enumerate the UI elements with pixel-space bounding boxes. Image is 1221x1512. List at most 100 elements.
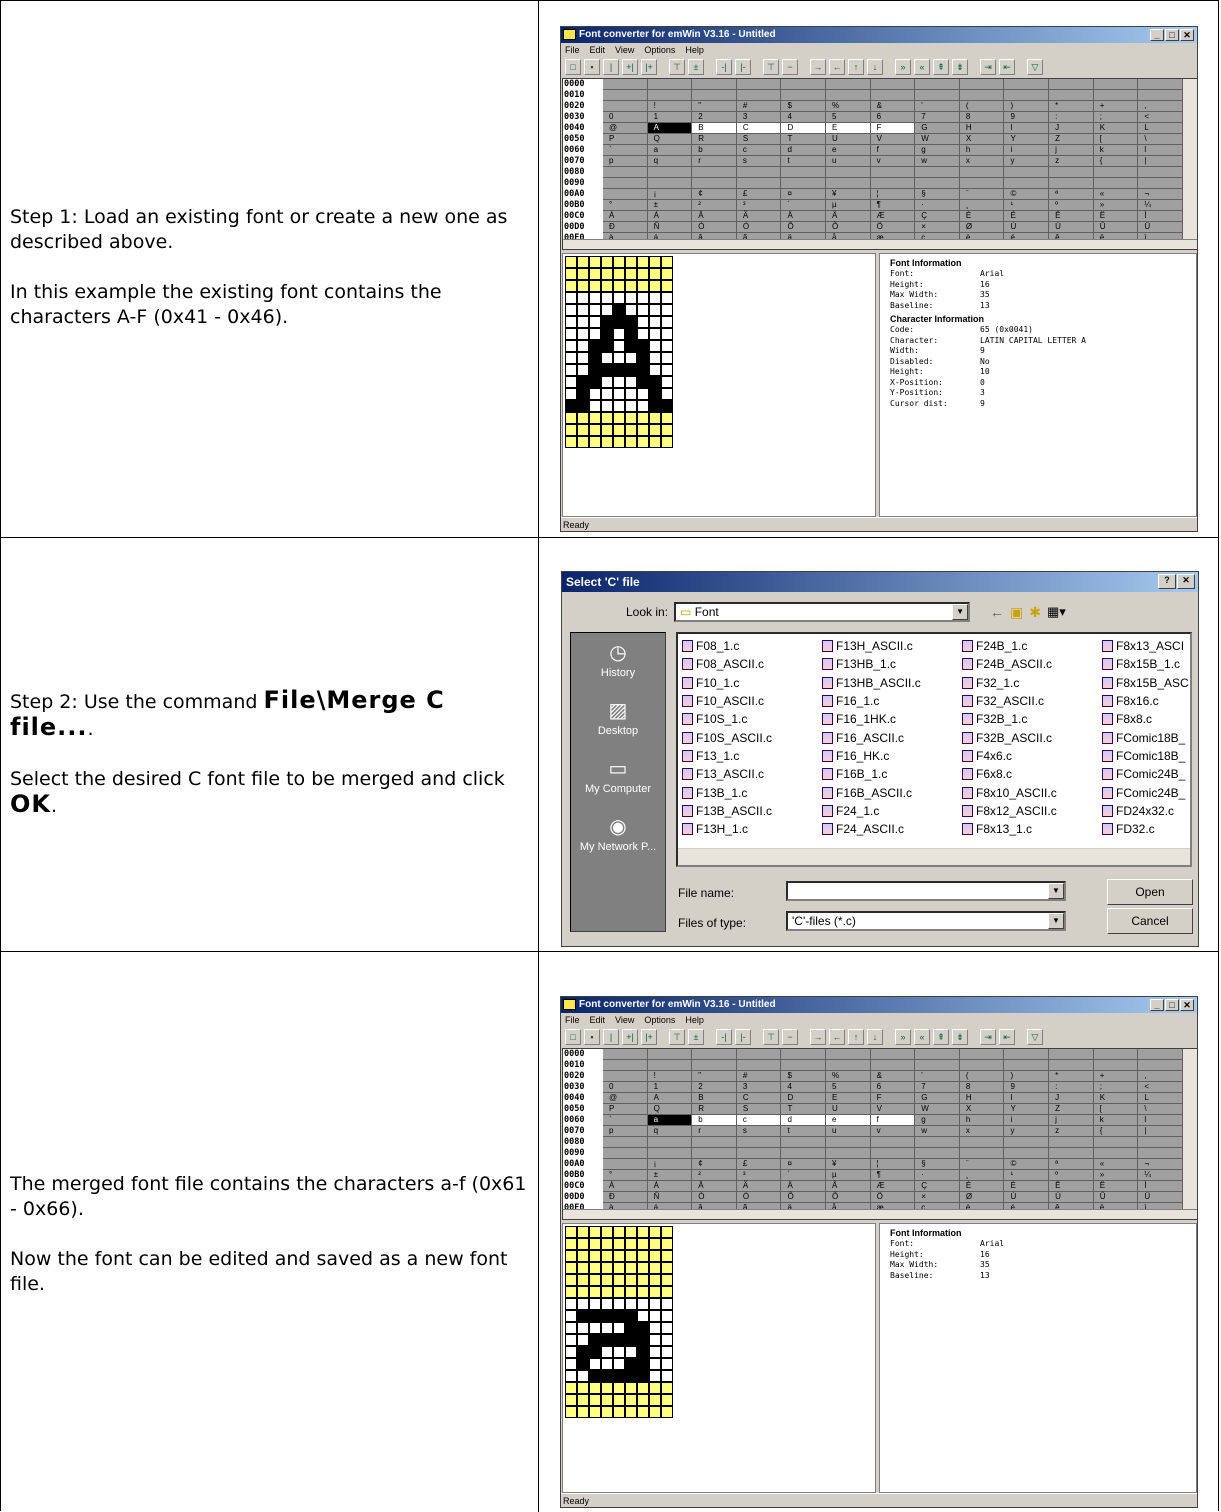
character-cell[interactable]: À [603, 1181, 648, 1192]
pixel[interactable] [637, 1346, 649, 1358]
pixel[interactable] [565, 1310, 577, 1322]
character-cell[interactable]: Ö [870, 1192, 916, 1203]
maximize-button[interactable]: □ [1165, 999, 1179, 1011]
character-cell[interactable]: · [915, 200, 960, 211]
pixel[interactable] [661, 1262, 673, 1274]
toolbar-button[interactable]: ⇥ [980, 1029, 996, 1045]
character-cell[interactable] [781, 79, 827, 90]
pixel[interactable] [565, 340, 577, 352]
character-cell[interactable]: Ö [870, 222, 916, 233]
pixel[interactable] [613, 1382, 625, 1394]
character-cell[interactable]: 1 [647, 112, 693, 123]
pixel[interactable] [589, 1262, 601, 1274]
pixel[interactable] [661, 1322, 673, 1334]
character-cell[interactable]: V [870, 1104, 916, 1115]
pixel[interactable] [565, 1346, 577, 1358]
pixel[interactable] [589, 1238, 601, 1250]
character-cell[interactable]: c [736, 145, 782, 156]
character-cell[interactable] [692, 1148, 737, 1159]
toolbar-button[interactable]: ⊤ [763, 59, 779, 75]
pixel[interactable] [661, 1298, 673, 1310]
pixel[interactable] [637, 400, 649, 412]
pixel[interactable] [601, 1322, 613, 1334]
pixel[interactable] [589, 1370, 601, 1382]
character-cell[interactable]: z [1049, 1126, 1094, 1137]
pixel[interactable] [577, 1310, 589, 1322]
pixel[interactable] [613, 376, 625, 388]
pixel[interactable] [589, 292, 601, 304]
file-item[interactable]: FComic24B_ [1102, 783, 1190, 801]
character-cell[interactable]: C [736, 123, 782, 134]
character-cell[interactable]: 3 [736, 1082, 782, 1093]
pixel[interactable] [625, 352, 637, 364]
pixel[interactable] [625, 436, 637, 448]
character-cell[interactable]: p [603, 156, 648, 167]
pixel[interactable] [589, 412, 601, 424]
character-cell[interactable]: < [1138, 112, 1183, 123]
pixel[interactable] [589, 1358, 601, 1370]
chevron-down-icon[interactable]: ▼ [952, 604, 969, 620]
character-cell[interactable] [915, 1137, 960, 1148]
character-cell[interactable] [603, 90, 648, 101]
character-cell[interactable] [915, 1049, 960, 1060]
pixel[interactable] [661, 1406, 673, 1418]
pixel[interactable] [601, 1274, 613, 1286]
character-cell[interactable] [647, 79, 693, 90]
character-cell[interactable]: k [1093, 145, 1139, 156]
character-cell[interactable] [826, 1148, 871, 1159]
character-cell[interactable]: Ð [603, 1192, 648, 1203]
character-cell[interactable]: K [1093, 123, 1139, 134]
character-cell[interactable] [959, 1049, 1005, 1060]
character-cell[interactable] [1004, 1049, 1050, 1060]
pixel[interactable] [637, 304, 649, 316]
pixel[interactable] [613, 1406, 625, 1418]
character-cell[interactable]: r [692, 1126, 737, 1137]
character-cell[interactable]: I [1004, 1093, 1050, 1104]
character-cell[interactable]: [ [1093, 134, 1139, 145]
pixel[interactable] [613, 1262, 625, 1274]
pixel[interactable] [625, 1286, 637, 1298]
character-cell[interactable]: & [870, 1071, 916, 1082]
character-cell[interactable]: ¡ [647, 1159, 693, 1170]
character-cell[interactable]: µ [826, 200, 871, 211]
character-cell[interactable]: Æ [870, 1181, 916, 1192]
character-cell[interactable]: C [736, 1093, 782, 1104]
toolbar-button[interactable]: « [914, 59, 930, 75]
character-cell[interactable] [603, 1071, 648, 1082]
character-cell[interactable]: L [1138, 123, 1183, 134]
character-cell[interactable]: j [1049, 1115, 1094, 1126]
character-cell[interactable] [915, 79, 960, 90]
character-cell[interactable]: Ú [1049, 222, 1094, 233]
pixel[interactable] [637, 328, 649, 340]
pixel[interactable] [625, 268, 637, 280]
character-cell[interactable]: 6 [870, 112, 916, 123]
character-cell[interactable]: % [826, 1071, 871, 1082]
pixel[interactable] [589, 268, 601, 280]
pixel[interactable] [577, 304, 589, 316]
character-cell[interactable]: Ó [736, 1192, 782, 1203]
character-cell[interactable]: ¹ [1004, 200, 1050, 211]
close-button[interactable]: ✕ [1177, 574, 1195, 589]
character-cell[interactable]: Õ [826, 222, 871, 233]
pixel[interactable] [649, 352, 661, 364]
pixel[interactable] [625, 280, 637, 292]
pixel[interactable] [577, 328, 589, 340]
character-cell[interactable]: ; [1093, 112, 1139, 123]
character-cell[interactable]: + [1093, 101, 1139, 112]
character-cell[interactable] [781, 178, 827, 189]
toolbar-button[interactable]: □ [565, 1029, 581, 1045]
pixel[interactable] [589, 400, 601, 412]
character-cell[interactable]: r [692, 156, 737, 167]
file-item[interactable]: F10S_1.c [682, 710, 822, 728]
character-cell[interactable]: L [1138, 1093, 1183, 1104]
character-cell[interactable]: 6 [870, 1082, 916, 1093]
character-cell[interactable]: ¨ [959, 189, 1005, 200]
toolbar-button[interactable]: ⇤ [999, 59, 1015, 75]
toolbar-button[interactable]: ▽ [1027, 1029, 1043, 1045]
pixel[interactable] [565, 1358, 577, 1370]
pixel[interactable] [577, 256, 589, 268]
pixel[interactable] [613, 412, 625, 424]
character-cell[interactable]: Ø [959, 222, 1005, 233]
character-cell[interactable]: v [870, 1126, 916, 1137]
file-item[interactable]: F13B_1.c [682, 783, 822, 801]
